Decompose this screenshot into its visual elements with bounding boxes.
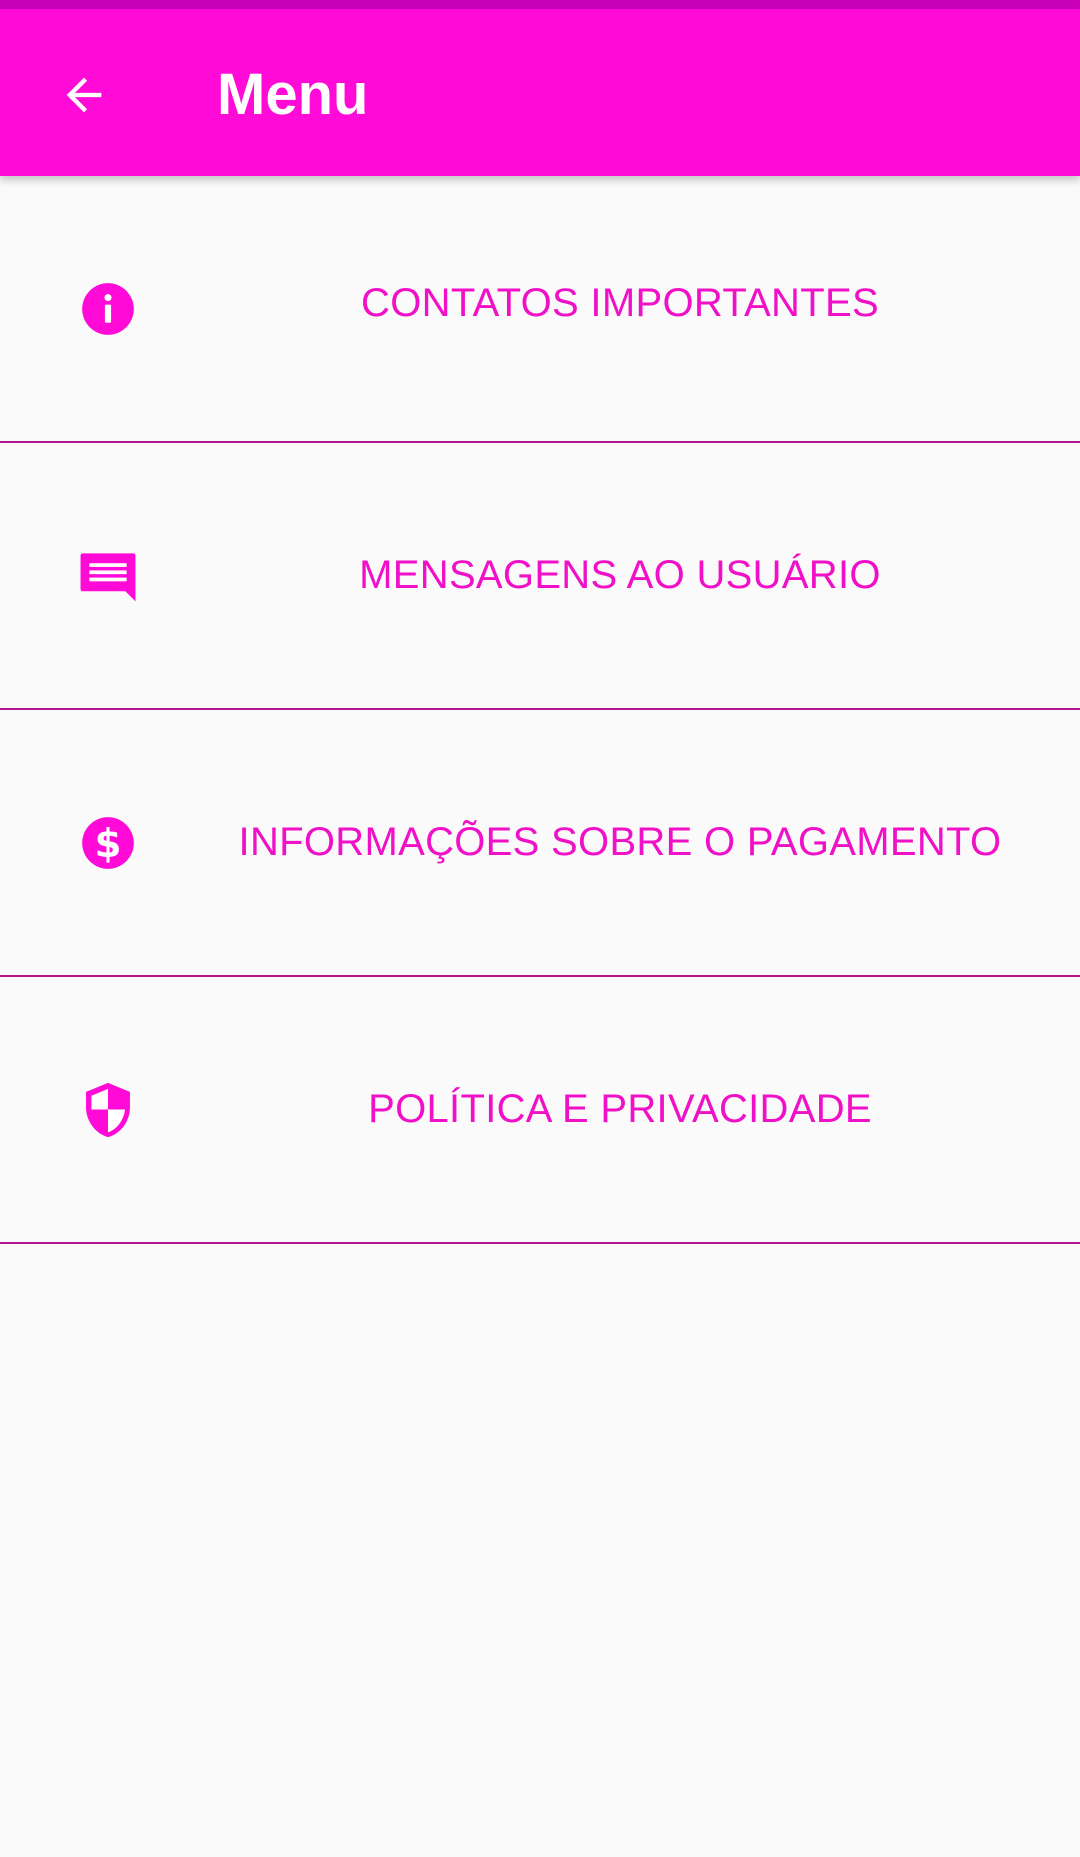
back-button[interactable] xyxy=(44,57,124,137)
menu-list: CONTATOS IMPORTANTES MENSAGENS AO USUÁRI… xyxy=(0,176,1080,1244)
info-icon xyxy=(76,277,140,341)
security-shield-icon xyxy=(76,1078,140,1142)
menu-item-politica-privacidade[interactable]: POLÍTICA E PRIVACIDADE xyxy=(0,977,1080,1244)
menu-item-label: MENSAGENS AO USUÁRIO xyxy=(359,553,881,597)
arrow-back-icon xyxy=(58,69,110,126)
menu-item-contatos-importantes[interactable]: CONTATOS IMPORTANTES xyxy=(0,176,1080,443)
menu-item-label: CONTATOS IMPORTANTES xyxy=(361,281,879,325)
menu-item-informacoes-pagamento[interactable]: $ INFORMAÇÕES SOBRE O PAGAMENTO xyxy=(0,710,1080,977)
svg-text:$: $ xyxy=(95,821,122,866)
menu-item-label: POLÍTICA E PRIVACIDADE xyxy=(368,1087,872,1131)
page-title: Menu xyxy=(217,62,369,127)
menu-item-mensagens-ao-usuario[interactable]: MENSAGENS AO USUÁRIO xyxy=(0,443,1080,710)
message-icon xyxy=(76,544,140,608)
app-bar: Menu xyxy=(0,9,1080,176)
dollar-icon: $ xyxy=(76,811,140,875)
status-bar xyxy=(0,0,1080,9)
menu-item-label: INFORMAÇÕES SOBRE O PAGAMENTO xyxy=(238,820,1002,864)
